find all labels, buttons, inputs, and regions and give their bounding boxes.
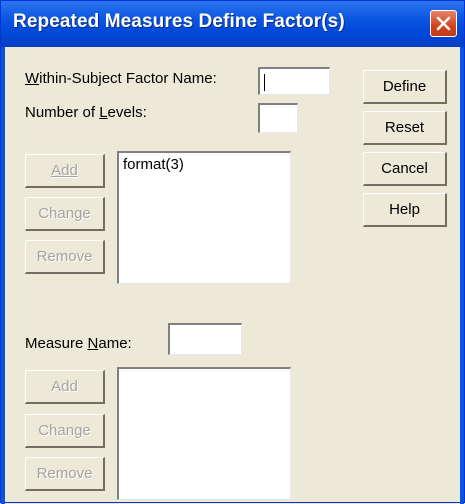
factor-remove-label: Remove: [36, 248, 93, 265]
text-caret: [264, 74, 265, 91]
factor-list-item[interactable]: format(3): [123, 156, 184, 173]
factor-add-button[interactable]: Add: [25, 154, 105, 188]
window-border-right: [460, 47, 464, 504]
measure-remove-button[interactable]: Remove: [25, 457, 105, 491]
factor-remove-button[interactable]: Remove: [25, 240, 105, 274]
measure-name-input[interactable]: [168, 323, 242, 355]
measure-list[interactable]: [117, 367, 291, 500]
factor-change-label: Change: [38, 205, 91, 222]
title-bar[interactable]: Repeated Measures Define Factor(s): [1, 1, 464, 47]
measure-change-button[interactable]: Change: [25, 414, 105, 448]
window-border-left: [1, 47, 5, 504]
define-label: Define: [382, 78, 427, 95]
measure-name-label: Measure Name:: [25, 335, 132, 352]
define-factors-dialog: Repeated Measures Define Factor(s) Withi…: [0, 0, 465, 504]
factor-name-label: Within-Subject Factor Name:: [25, 70, 217, 87]
help-label: Help: [389, 201, 420, 218]
cancel-label: Cancel: [381, 160, 428, 177]
cancel-button[interactable]: Cancel: [363, 152, 447, 186]
reset-label: Reset: [384, 119, 425, 136]
reset-button[interactable]: Reset: [363, 111, 447, 145]
levels-input[interactable]: [258, 103, 298, 133]
measure-remove-label: Remove: [36, 465, 93, 482]
define-button[interactable]: Define: [363, 70, 447, 104]
levels-label: Number of Levels:: [25, 104, 147, 121]
dialog-title: Repeated Measures Define Factor(s): [13, 11, 345, 32]
close-icon: [436, 16, 451, 31]
factor-change-button[interactable]: Change: [25, 197, 105, 231]
measure-add-label: Add: [51, 378, 78, 395]
help-button[interactable]: Help: [363, 193, 447, 227]
close-button[interactable]: [430, 10, 457, 37]
measure-add-button[interactable]: Add: [25, 370, 105, 404]
factor-name-input[interactable]: [258, 67, 330, 95]
factor-list[interactable]: format(3): [117, 151, 291, 284]
factor-add-label: Add: [51, 162, 78, 179]
measure-change-label: Change: [38, 422, 91, 439]
